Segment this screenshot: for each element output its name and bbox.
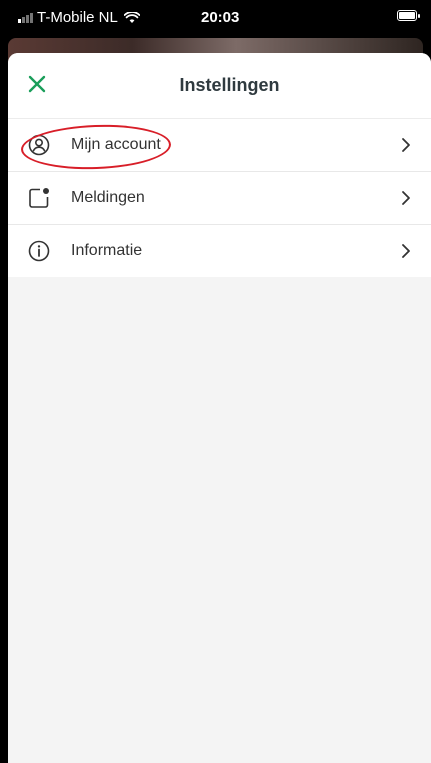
battery-icon	[397, 10, 420, 21]
settings-item-label: Informatie	[71, 242, 143, 259]
carrier-group: T-Mobile NL	[18, 9, 140, 26]
settings-item-notifications[interactable]: Meldingen	[8, 171, 431, 224]
page-title: Instellingen	[179, 75, 280, 95]
settings-sheet: Instellingen Mijn account Meldingen Info…	[8, 53, 431, 763]
signal-strength-icon	[18, 12, 33, 23]
status-bar: T-Mobile NL 20:03	[0, 0, 431, 40]
info-icon	[28, 240, 50, 262]
status-time: 20:03	[201, 9, 240, 26]
notification-icon	[29, 188, 49, 208]
highlight-annotation	[20, 122, 172, 172]
chevron-right-icon	[402, 191, 410, 205]
chevron-right-icon	[402, 244, 410, 258]
settings-list: Mijn account Meldingen Informatie	[8, 118, 431, 277]
sheet-header: Instellingen	[8, 53, 431, 118]
settings-item-account[interactable]: Mijn account	[8, 118, 431, 172]
chevron-right-icon	[402, 138, 410, 152]
settings-item-info[interactable]: Informatie	[8, 224, 431, 277]
wifi-icon	[123, 11, 140, 23]
carrier-name: T-Mobile NL	[37, 9, 118, 26]
battery-fill	[399, 12, 415, 19]
settings-item-label: Meldingen	[71, 189, 145, 206]
